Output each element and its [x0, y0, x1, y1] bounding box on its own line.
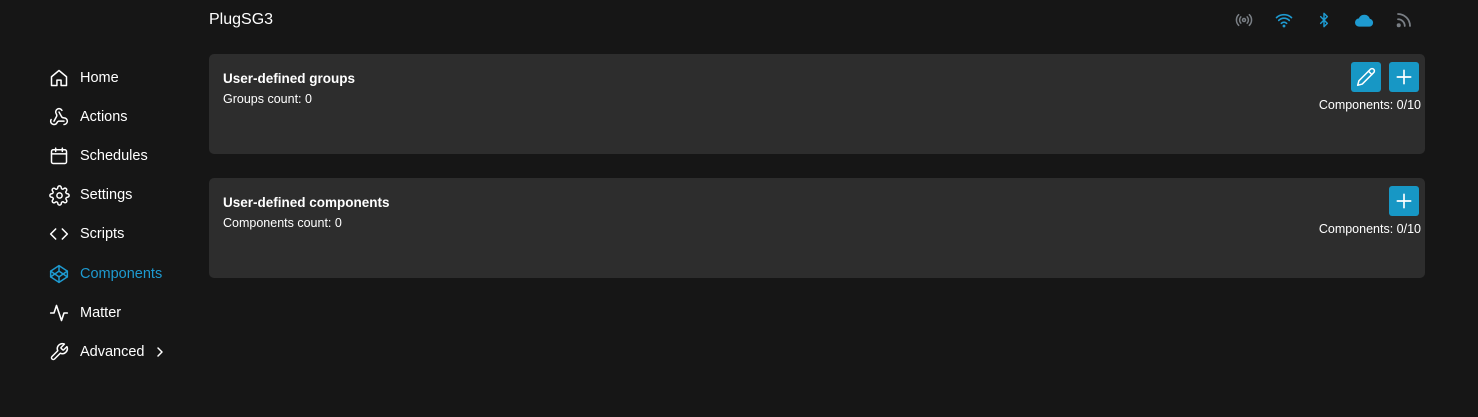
sidebar-item-label: Settings [80, 187, 133, 204]
wrench-icon [48, 341, 70, 363]
groups-card-title: User-defined groups [223, 71, 356, 86]
wifi-icon[interactable] [1274, 10, 1294, 30]
chevron-right-icon[interactable] [155, 346, 165, 358]
components-card-title: User-defined components [223, 195, 390, 210]
add-component-button[interactable] [1389, 186, 1419, 216]
sidebar-item-home[interactable]: Home [48, 58, 198, 97]
code-icon [48, 223, 70, 245]
sidebar-item-label: Components [80, 265, 163, 282]
components-card-actions [1389, 186, 1419, 216]
sidebar-item-label: Home [80, 69, 119, 86]
plus-icon [1396, 69, 1412, 85]
sidebar-item-settings[interactable]: Settings [48, 176, 198, 215]
radio-icon[interactable] [1234, 10, 1254, 30]
sidebar: Home Actions Schedules Settings Scripts … [48, 58, 198, 372]
codepen-icon [48, 263, 70, 285]
components-limit-count: Components: 0/10 [1318, 222, 1421, 236]
sidebar-item-label: Scripts [80, 226, 125, 243]
activity-icon [48, 302, 70, 324]
sidebar-item-components[interactable]: Components [48, 254, 198, 293]
sidebar-item-label: Advanced [80, 343, 145, 360]
cloud-icon[interactable] [1354, 10, 1374, 30]
sidebar-item-advanced[interactable]: Advanced [48, 332, 198, 371]
calendar-icon [48, 145, 70, 167]
groups-components-count: Components: 0/10 [1318, 98, 1421, 112]
webhook-icon [48, 106, 70, 128]
components-card: User-defined components Components count… [209, 178, 1425, 278]
groups-count: Groups count: 0 [223, 92, 312, 106]
sidebar-item-label: Schedules [80, 147, 148, 164]
plus-icon [1396, 193, 1412, 209]
sidebar-item-schedules[interactable]: Schedules [48, 136, 198, 175]
add-group-button[interactable] [1389, 62, 1419, 92]
edit-icon [1356, 67, 1376, 87]
sidebar-item-actions[interactable]: Actions [48, 97, 198, 136]
sidebar-item-label: Actions [80, 108, 128, 125]
sidebar-item-label: Matter [80, 304, 122, 321]
groups-card-actions [1351, 62, 1419, 92]
edit-group-button[interactable] [1351, 62, 1381, 92]
status-bar [1234, 10, 1414, 30]
rss-icon[interactable] [1394, 10, 1414, 30]
bluetooth-icon[interactable] [1314, 10, 1334, 30]
app-root: PlugSG3 Home Actions Schedules Settings … [0, 0, 1478, 417]
home-icon [48, 67, 70, 89]
sidebar-item-scripts[interactable]: Scripts [48, 215, 198, 254]
sidebar-item-matter[interactable]: Matter [48, 293, 198, 332]
groups-card: User-defined groups Groups count: 0 Comp… [209, 54, 1425, 154]
device-name: PlugSG3 [209, 11, 274, 28]
components-count: Components count: 0 [223, 216, 342, 230]
gear-icon [48, 184, 70, 206]
